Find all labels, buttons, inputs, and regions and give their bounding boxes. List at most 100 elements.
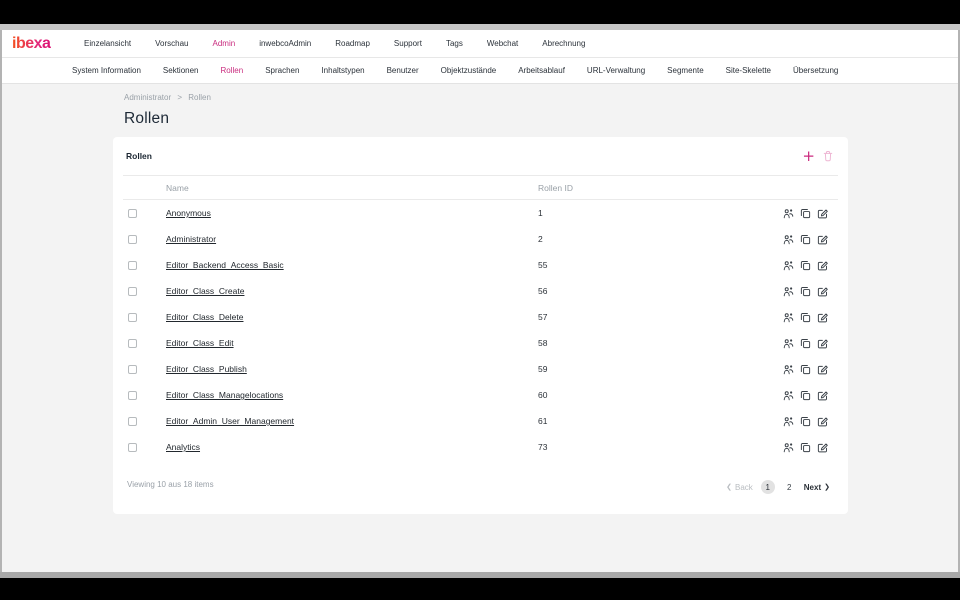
roles-panel-footer: Viewing 10 aus 18 items ❮ Back 12 Next ❯ <box>113 460 848 514</box>
copy-role-button[interactable] <box>800 286 811 297</box>
role-id: 57 <box>538 312 547 322</box>
edit-role-button[interactable] <box>817 286 828 297</box>
role-name-link[interactable]: Editor_Class_Edit <box>166 338 538 348</box>
row-checkbox[interactable] <box>128 209 137 218</box>
row-checkbox[interactable] <box>128 313 137 322</box>
edit-role-button[interactable] <box>817 234 828 245</box>
row-checkbox[interactable] <box>128 391 137 400</box>
create-role-button[interactable]: + <box>802 149 815 164</box>
edit-role-button[interactable] <box>817 312 828 323</box>
role-id: 59 <box>538 364 547 374</box>
role-name-link[interactable]: Editor_Class_Managelocations <box>166 390 538 400</box>
row-actions <box>783 390 848 401</box>
sub-nav-item-system-information[interactable]: System Information <box>61 58 152 84</box>
edit-icon <box>817 442 828 453</box>
copy-role-button[interactable] <box>800 338 811 349</box>
row-actions <box>783 338 848 349</box>
row-checkbox[interactable] <box>128 417 137 426</box>
edit-icon <box>817 312 828 323</box>
delete-role-button[interactable] <box>822 150 834 162</box>
edit-icon <box>817 286 828 297</box>
row-checkbox[interactable] <box>128 287 137 296</box>
role-name-link[interactable]: Editor_Admin_User_Management <box>166 416 538 426</box>
row-actions <box>783 260 848 271</box>
edit-role-button[interactable] <box>817 260 828 271</box>
row-checkbox[interactable] <box>128 443 137 452</box>
copy-icon <box>800 390 811 401</box>
role-name-link[interactable]: Analytics <box>166 442 538 452</box>
breadcrumb-administrator[interactable]: Administrator <box>124 93 171 102</box>
row-actions <box>783 416 848 427</box>
pagination: ❮ Back 12 Next ❯ <box>726 480 830 494</box>
assign-users-button[interactable] <box>783 416 794 427</box>
role-id: 2 <box>538 234 543 244</box>
copy-icon <box>800 234 811 245</box>
sub-nav-item-objektzust-nde[interactable]: Objektzustände <box>430 58 508 84</box>
role-name-link[interactable]: Anonymous <box>166 208 538 218</box>
copy-role-button[interactable] <box>800 312 811 323</box>
edit-role-button[interactable] <box>817 338 828 349</box>
edit-role-button[interactable] <box>817 390 828 401</box>
ibexa-logo[interactable]: ibexa <box>12 36 60 52</box>
edit-role-button[interactable] <box>817 442 828 453</box>
pagination-page-1[interactable]: 1 <box>761 480 775 494</box>
sub-nav-item-site-skelette[interactable]: Site-Skelette <box>715 58 782 84</box>
role-name-link[interactable]: Editor_Class_Publish <box>166 364 538 374</box>
row-checkbox[interactable] <box>128 235 137 244</box>
copy-role-button[interactable] <box>800 364 811 375</box>
assign-users-button[interactable] <box>783 312 794 323</box>
assign-users-button[interactable] <box>783 260 794 271</box>
role-name-link[interactable]: Editor_Class_Create <box>166 286 538 296</box>
edit-role-button[interactable] <box>817 208 828 219</box>
sub-nav-item-sprachen[interactable]: Sprachen <box>254 58 310 84</box>
row-checkbox[interactable] <box>128 365 137 374</box>
top-nav-item-einzelansicht[interactable]: Einzelansicht <box>72 30 143 58</box>
top-nav-item-webchat[interactable]: Webchat <box>475 30 530 58</box>
trash-icon <box>822 150 834 162</box>
copy-role-button[interactable] <box>800 260 811 271</box>
panel-actions: + <box>802 149 834 164</box>
assign-users-button[interactable] <box>783 208 794 219</box>
role-name-link[interactable]: Administrator <box>166 234 538 244</box>
top-nav-item-roadmap[interactable]: Roadmap <box>323 30 382 58</box>
top-nav-item-support[interactable]: Support <box>382 30 434 58</box>
sub-nav-item-arbeitsablauf[interactable]: Arbeitsablauf <box>507 58 576 84</box>
chevron-left-icon: ❮ <box>726 484 732 491</box>
copy-role-button[interactable] <box>800 442 811 453</box>
sub-nav-item-segmente[interactable]: Segmente <box>656 58 714 84</box>
role-name-link[interactable]: Editor_Backend_Access_Basic <box>166 260 538 270</box>
breadcrumb: Administrator > Rollen <box>124 93 958 102</box>
copy-role-button[interactable] <box>800 416 811 427</box>
edit-role-button[interactable] <box>817 364 828 375</box>
copy-role-button[interactable] <box>800 234 811 245</box>
copy-role-button[interactable] <box>800 390 811 401</box>
row-checkbox[interactable] <box>128 339 137 348</box>
pagination-page-2[interactable]: 2 <box>783 483 796 492</box>
assign-users-button[interactable] <box>783 286 794 297</box>
pagination-back-button[interactable]: ❮ Back <box>726 483 753 492</box>
assign-users-icon <box>783 234 794 245</box>
table-row: Analytics 73 <box>113 434 848 460</box>
sub-nav-item-inhaltstypen[interactable]: Inhaltstypen <box>310 58 375 84</box>
top-nav-item-abrechnung[interactable]: Abrechnung <box>530 30 597 58</box>
sub-nav-item-sektionen[interactable]: Sektionen <box>152 58 210 84</box>
assign-users-button[interactable] <box>783 234 794 245</box>
sub-nav-item-url-verwaltung[interactable]: URL-Verwaltung <box>576 58 656 84</box>
sub-nav-item-benutzer[interactable]: Benutzer <box>376 58 430 84</box>
sub-nav-item-rollen[interactable]: Rollen <box>210 58 255 84</box>
sub-nav-item--bersetzung[interactable]: Übersetzung <box>782 58 849 84</box>
edit-role-button[interactable] <box>817 416 828 427</box>
assign-users-icon <box>783 286 794 297</box>
assign-users-button[interactable] <box>783 338 794 349</box>
copy-role-button[interactable] <box>800 208 811 219</box>
assign-users-button[interactable] <box>783 442 794 453</box>
pagination-next-button[interactable]: Next ❯ <box>804 483 830 492</box>
assign-users-button[interactable] <box>783 390 794 401</box>
top-nav-item-admin[interactable]: Admin <box>201 30 248 58</box>
assign-users-button[interactable] <box>783 364 794 375</box>
top-nav-item-inwebcoadmin[interactable]: inwebcoAdmin <box>247 30 323 58</box>
row-checkbox[interactable] <box>128 261 137 270</box>
top-nav-item-vorschau[interactable]: Vorschau <box>143 30 200 58</box>
role-name-link[interactable]: Editor_Class_Delete <box>166 312 538 322</box>
top-nav-item-tags[interactable]: Tags <box>434 30 475 58</box>
